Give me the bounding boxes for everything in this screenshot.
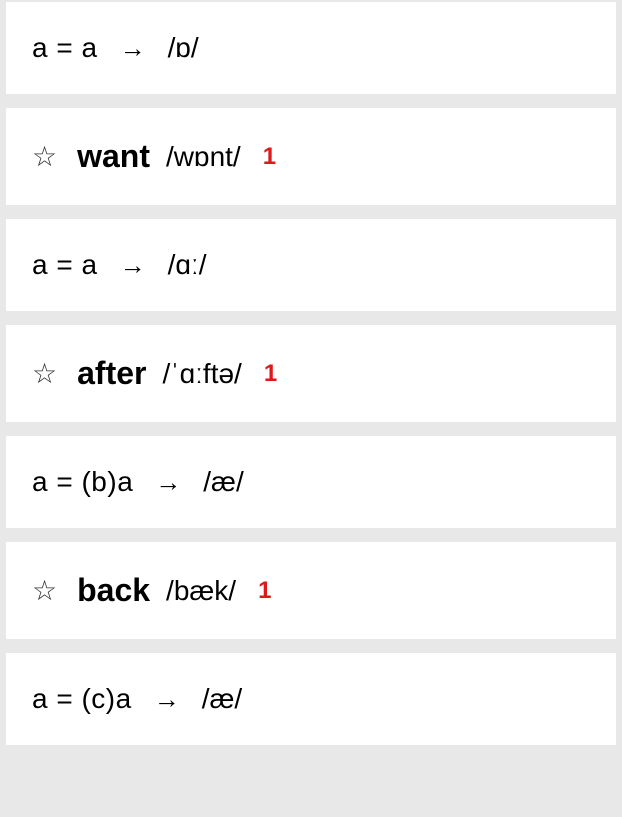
star-icon[interactable]: ☆ xyxy=(32,577,57,605)
arrow-icon: → xyxy=(144,684,190,715)
rule-lhs: a = a xyxy=(32,32,98,64)
word-count: 1 xyxy=(264,360,277,388)
star-icon[interactable]: ☆ xyxy=(32,143,57,171)
card-list: a = a → /ɒ/ ☆ want /wɒnt/ 1 a = a → /ɑː/… xyxy=(0,0,622,747)
word-count: 1 xyxy=(258,577,271,605)
arrow-icon: → xyxy=(145,467,191,498)
rule-card[interactable]: a = (c)a → /æ/ xyxy=(6,653,616,745)
word-pronunciation: /ˈɑːftə/ xyxy=(162,358,241,390)
word-text: back xyxy=(77,572,150,609)
rule-card[interactable]: a = a → /ɑː/ xyxy=(6,219,616,311)
word-count: 1 xyxy=(263,143,276,171)
word-card[interactable]: ☆ back /bæk/ 1 xyxy=(6,542,616,639)
rule-lhs: a = (c)a xyxy=(32,683,132,715)
rule-phoneme: /æ/ xyxy=(203,466,243,498)
rule-lhs: a = (b)a xyxy=(32,466,133,498)
word-pronunciation: /bæk/ xyxy=(166,575,236,607)
word-card[interactable]: ☆ want /wɒnt/ 1 xyxy=(6,108,616,205)
rule-phoneme: /ɑː/ xyxy=(168,249,207,281)
word-text: want xyxy=(77,138,150,175)
star-icon[interactable]: ☆ xyxy=(32,360,57,388)
arrow-icon: → xyxy=(110,33,156,64)
arrow-icon: → xyxy=(110,250,156,281)
rule-card[interactable]: a = a → /ɒ/ xyxy=(6,2,616,94)
word-pronunciation: /wɒnt/ xyxy=(166,141,241,173)
rule-phoneme: /ɒ/ xyxy=(168,32,199,64)
word-text: after xyxy=(77,355,146,392)
rule-phoneme: /æ/ xyxy=(202,683,242,715)
rule-lhs: a = a xyxy=(32,249,98,281)
word-card[interactable]: ☆ after /ˈɑːftə/ 1 xyxy=(6,325,616,422)
rule-card[interactable]: a = (b)a → /æ/ xyxy=(6,436,616,528)
